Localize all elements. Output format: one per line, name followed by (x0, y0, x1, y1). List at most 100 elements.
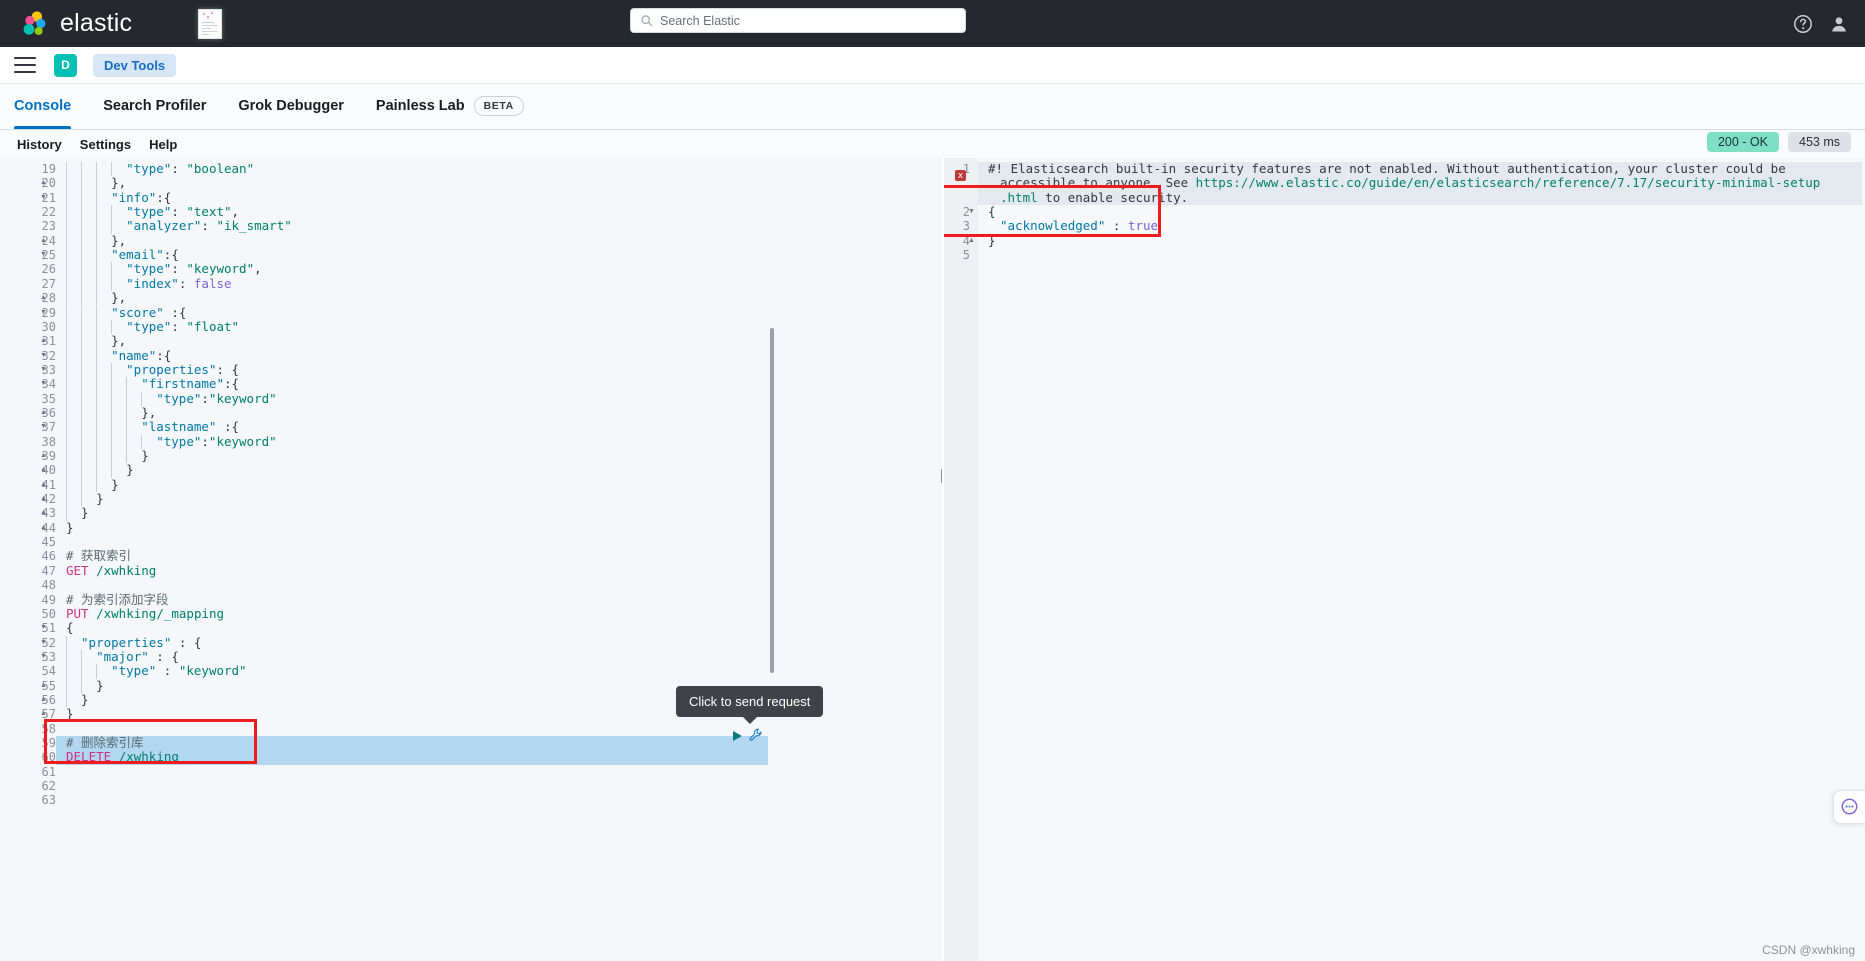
response-link[interactable]: https://www.elastic.co/guide/en/elastics… (1196, 175, 1821, 190)
code-line[interactable]: } (81, 506, 89, 520)
fold-toggle-icon[interactable]: ▲ (40, 492, 48, 506)
code-line[interactable]: } (96, 678, 104, 693)
request-editor-pane[interactable]: 19 20 ▲ 21 ▼ 22 23 24 ▲ 25 ▼ 26 27 28 ▲ 29 ▼ 30 31 ▲ 32 ▼ 33 ▼ 3… (0, 158, 942, 961)
fold-toggle-icon[interactable]: ▲ (40, 707, 48, 721)
code-line[interactable]: "name":{ (111, 348, 171, 363)
fold-toggle-icon[interactable]: ▲ (40, 406, 48, 420)
fold-toggle-icon[interactable]: ▼ (40, 377, 48, 391)
fold-toggle-icon[interactable]: ▲ (40, 291, 48, 305)
code-line[interactable]: "score" :{ (111, 305, 186, 320)
indent-guide (81, 248, 83, 263)
fold-toggle-icon[interactable]: ▼ (40, 420, 48, 434)
tab-search-profiler-label: Search Profiler (103, 98, 207, 114)
code-line[interactable]: # 获取索引 (66, 549, 131, 563)
code-line[interactable]: DELETE /xwhking (66, 750, 179, 764)
code-line[interactable]: "type" : "keyword" (111, 664, 246, 678)
code-line[interactable]: }, (111, 233, 126, 248)
fold-toggle-icon[interactable]: ▼ (40, 349, 48, 363)
fold-toggle-icon[interactable]: ▼ (40, 191, 48, 205)
code-line[interactable]: "type": "text", (126, 204, 239, 219)
code-line[interactable]: "type":"keyword" (156, 434, 276, 449)
document-thumbnail-icon[interactable] (198, 8, 223, 39)
fold-toggle-icon[interactable]: ▲ (40, 679, 48, 693)
elastic-brand[interactable]: elastic (22, 10, 132, 38)
fold-toggle-icon[interactable]: ▲ (40, 463, 48, 477)
code-token: "index" (126, 275, 179, 291)
code-line[interactable]: "type": "keyword", (126, 262, 261, 276)
code-line[interactable]: }, (111, 176, 126, 190)
fold-toggle-icon[interactable]: ▼ (40, 650, 48, 664)
code-line[interactable]: }, (111, 290, 126, 305)
code-line[interactable]: }, (111, 334, 126, 348)
play-triangle-icon[interactable] (733, 731, 742, 741)
fold-toggle-icon[interactable]: ▲ (40, 334, 48, 348)
hamburger-menu-icon[interactable] (14, 57, 36, 73)
fold-toggle-icon[interactable]: ▼ (40, 306, 48, 320)
code-token: { (66, 620, 74, 636)
code-token: } (66, 706, 74, 722)
code-line[interactable]: "properties": { (126, 362, 239, 377)
settings-button[interactable]: Settings (71, 137, 140, 152)
code-line[interactable]: "major" : { (96, 649, 179, 664)
code-line[interactable]: "info":{ (111, 190, 171, 205)
code-token: "firstname" (141, 376, 224, 392)
tab-console[interactable]: Console (14, 83, 72, 129)
code-line[interactable]: } (66, 707, 74, 721)
response-link[interactable]: .html (1000, 190, 1038, 205)
code-line[interactable]: "lastname" :{ (141, 420, 239, 434)
indent-guide (81, 348, 83, 363)
user-avatar-icon[interactable] (1829, 14, 1849, 34)
tab-search-profiler[interactable]: Search Profiler (103, 83, 206, 129)
fold-toggle-icon[interactable]: ▲ (40, 693, 48, 707)
fold-toggle-icon[interactable]: ▲ (40, 506, 48, 520)
code-line[interactable]: } (96, 491, 104, 506)
chat-bubble-icon[interactable] (1833, 790, 1865, 824)
response-pane[interactable]: 1 #! Elasticsearch built-in security feat… (944, 158, 1865, 961)
code-line[interactable]: } (66, 520, 74, 535)
history-button[interactable]: History (8, 137, 71, 152)
code-line[interactable]: } (111, 477, 119, 492)
fold-toggle-icon[interactable]: ▼ (40, 248, 48, 262)
code-line[interactable]: } (81, 692, 89, 707)
code-line[interactable]: "type": "float" (126, 319, 239, 334)
indent-guide (111, 449, 113, 464)
global-search-box[interactable]: Search Elastic (630, 8, 966, 33)
code-line[interactable]: "properties" : { (81, 635, 201, 650)
code-line[interactable]: { (66, 621, 74, 635)
code-line[interactable]: PUT /xwhking/_mapping (66, 606, 224, 621)
fold-toggle-icon[interactable]: ▼ (40, 621, 48, 635)
help-icon[interactable] (1793, 14, 1813, 34)
code-line[interactable]: "analyzer": "ik_smart" (126, 219, 292, 233)
help-button[interactable]: Help (140, 137, 186, 152)
fold-toggle-icon[interactable]: ▲ (40, 234, 48, 248)
response-fold-toggle-icon[interactable]: ▼ (968, 205, 975, 219)
fold-toggle-icon[interactable]: ▲ (40, 478, 48, 492)
fold-toggle-icon[interactable]: ▼ (40, 363, 48, 377)
code-line[interactable]: # 为索引添加字段 (66, 591, 169, 607)
brand-wordmark: elastic (60, 9, 133, 37)
code-line[interactable]: } (141, 448, 149, 463)
code-line[interactable]: "firstname":{ (141, 377, 239, 391)
code-line[interactable]: "type": "boolean" (126, 161, 254, 176)
space-avatar[interactable]: D (54, 53, 77, 77)
response-fold-toggle-icon[interactable]: ▲ (968, 234, 975, 248)
fold-toggle-icon[interactable]: ▲ (40, 449, 48, 463)
breadcrumb[interactable]: Dev Tools (93, 53, 177, 77)
fold-toggle-icon[interactable]: ▼ (40, 636, 48, 650)
code-line[interactable]: } (126, 463, 134, 477)
error-marker-icon[interactable]: x (955, 170, 966, 181)
code-line[interactable]: # 删除索引库 (66, 735, 144, 750)
code-line[interactable]: GET /xwhking (66, 563, 156, 578)
code-line[interactable]: "index": false (126, 275, 231, 291)
code-token: # 为索引添加字段 (66, 591, 169, 607)
code-line[interactable]: "type":"keyword" (156, 391, 276, 406)
fold-toggle-icon[interactable]: ▲ (40, 521, 48, 535)
selected-line-highlight (56, 736, 768, 751)
code-line[interactable]: "email":{ (111, 247, 179, 262)
wrench-icon[interactable] (749, 728, 763, 747)
tab-painless-lab[interactable]: Painless Lab BETA (376, 83, 524, 129)
fold-toggle-icon[interactable]: ▲ (40, 176, 48, 190)
code-line[interactable]: }, (141, 405, 156, 420)
editor-vertical-scrollbar[interactable] (770, 328, 774, 673)
tab-grok-debugger[interactable]: Grok Debugger (238, 83, 344, 129)
